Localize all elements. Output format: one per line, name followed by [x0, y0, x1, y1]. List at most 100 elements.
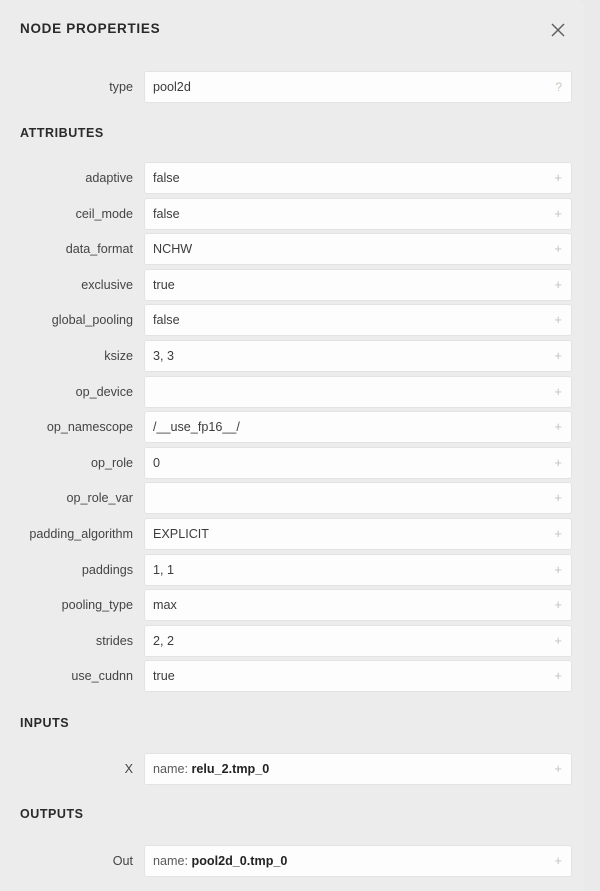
attribute-ceil_mode-label: ceil_mode: [75, 207, 133, 221]
attribute-op_device-label: op_device: [75, 385, 133, 399]
attribute-op_role_var-value: [153, 483, 543, 513]
attribute-data_format-label: data_format: [65, 242, 133, 256]
output-Out-name-prefix: name:: [153, 854, 192, 868]
attribute-global_pooling-label: global_pooling: [51, 313, 133, 327]
input-X-row: Xname: relu_2.tmp_0 +: [0, 754, 584, 784]
attribute-pooling_type-expand-icon[interactable]: +: [554, 590, 562, 620]
attribute-ksize-label: ksize: [104, 349, 133, 363]
attribute-op_device-expand-icon[interactable]: +: [554, 377, 562, 407]
attribute-exclusive-label: exclusive: [81, 278, 133, 292]
close-icon[interactable]: [546, 18, 570, 42]
attribute-op_role_var-row: op_role_var +: [0, 483, 584, 513]
attribute-op_role_var-field[interactable]: +: [145, 483, 571, 513]
attribute-global_pooling-field[interactable]: false +: [145, 305, 571, 335]
attribute-ceil_mode-value: false: [153, 207, 180, 221]
attribute-op_namescope-row: op_namescope /__use_fp16__/ +: [0, 412, 584, 442]
output-Out-name-value: pool2d_0.tmp_0: [191, 854, 288, 868]
attribute-data_format-field[interactable]: NCHW +: [145, 234, 571, 264]
panel-header: NODE PROPERTIES: [0, 0, 584, 58]
attribute-strides-row: strides 2, 2 +: [0, 626, 584, 656]
output-Out-row: Out name: pool2d_0.tmp_0 +: [0, 846, 584, 876]
attribute-data_format-value: NCHW: [153, 242, 193, 256]
attribute-exclusive-row: exclusive true +: [0, 270, 584, 300]
attribute-adaptive-label: adaptive: [85, 171, 133, 185]
attribute-use_cudnn-label: use_cudnn: [71, 669, 133, 683]
attribute-strides-value: 2, 2: [153, 634, 175, 648]
attribute-padding_algorithm-label: padding_algorithm: [29, 527, 133, 541]
section-header-outputs: OUTPUTS: [20, 807, 84, 821]
attribute-adaptive-row: adaptive false +: [0, 163, 584, 193]
node-properties-panel: NODE PROPERTIES type pool2d? ATTRIBUTES ada…: [0, 0, 584, 891]
attribute-op_namescope-expand-icon[interactable]: +: [554, 412, 562, 442]
output-Out-expand-icon[interactable]: +: [554, 846, 562, 876]
attribute-global_pooling-expand-icon[interactable]: +: [554, 305, 562, 335]
output-Out-field[interactable]: name: pool2d_0.tmp_0 +: [145, 846, 571, 876]
type-row: type pool2d?: [0, 72, 584, 102]
attribute-adaptive-expand-icon[interactable]: +: [554, 163, 562, 193]
attribute-op_device-field[interactable]: +: [145, 377, 571, 407]
attribute-pooling_type-row: pooling_type max +: [0, 590, 584, 620]
attribute-pooling_type-value: max: [153, 598, 177, 612]
attribute-ksize-value: 3, 3: [153, 349, 175, 363]
attribute-use_cudnn-field[interactable]: true +: [145, 661, 571, 691]
attribute-op_namescope-label: op_namescope: [46, 420, 133, 434]
attribute-op_device-value: [153, 377, 543, 407]
type-field[interactable]: pool2d?: [145, 72, 571, 102]
attribute-adaptive-value: false: [153, 171, 180, 185]
attribute-paddings-label: paddings: [81, 563, 133, 577]
attribute-global_pooling-row: global_pooling false +: [0, 305, 584, 335]
attribute-strides-label: strides: [95, 634, 133, 648]
attribute-exclusive-value: true: [153, 278, 175, 292]
attribute-ksize-expand-icon[interactable]: +: [554, 341, 562, 371]
attribute-op_role_var-expand-icon[interactable]: +: [554, 483, 562, 513]
attribute-use_cudnn-row: use_cudnn true +: [0, 661, 584, 691]
attribute-op_role_var-label: op_role_var: [66, 491, 133, 505]
attribute-op_namescope-field[interactable]: /__use_fp16__/ +: [145, 412, 571, 442]
attribute-ceil_mode-expand-icon[interactable]: +: [554, 199, 562, 229]
output-Out-label: Out: [112, 854, 133, 868]
type-label: type: [109, 80, 133, 94]
attribute-paddings-row: paddings 1, 1 +: [0, 555, 584, 585]
attribute-paddings-field[interactable]: 1, 1 +: [145, 555, 571, 585]
page-title: NODE PROPERTIES: [20, 21, 161, 36]
input-X-field[interactable]: name: relu_2.tmp_0 +: [145, 754, 571, 784]
type-value: pool2d: [153, 80, 191, 94]
attribute-exclusive-expand-icon[interactable]: +: [554, 270, 562, 300]
attribute-padding_algorithm-expand-icon[interactable]: +: [554, 519, 562, 549]
input-X-expand-icon[interactable]: +: [554, 754, 562, 784]
attribute-op_role-field[interactable]: 0 +: [145, 448, 571, 478]
attribute-use_cudnn-expand-icon[interactable]: +: [554, 661, 562, 691]
attribute-use_cudnn-value: true: [153, 669, 175, 683]
attribute-global_pooling-value: false: [153, 313, 180, 327]
attribute-op_device-row: op_device +: [0, 377, 584, 407]
section-header-inputs: INPUTS: [20, 716, 70, 730]
attribute-padding_algorithm-value: EXPLICIT: [153, 527, 209, 541]
attribute-strides-expand-icon[interactable]: +: [554, 626, 562, 656]
attribute-ksize-row: ksize 3, 3 +: [0, 341, 584, 371]
attribute-data_format-row: data_format NCHW +: [0, 234, 584, 264]
attribute-adaptive-field[interactable]: false +: [145, 163, 571, 193]
attribute-data_format-expand-icon[interactable]: +: [554, 234, 562, 264]
attribute-op_role-expand-icon[interactable]: +: [554, 448, 562, 478]
attribute-ksize-field[interactable]: 3, 3 +: [145, 341, 571, 371]
attribute-paddings-value: 1, 1: [153, 563, 175, 577]
type-help-icon[interactable]: ?: [555, 72, 562, 102]
attribute-pooling_type-label: pooling_type: [61, 598, 133, 612]
attribute-pooling_type-field[interactable]: max +: [145, 590, 571, 620]
input-X-name-value: relu_2.tmp_0: [191, 762, 270, 776]
attribute-paddings-expand-icon[interactable]: +: [554, 555, 562, 585]
attribute-padding_algorithm-field[interactable]: EXPLICIT +: [145, 519, 571, 549]
input-X-value: name: relu_2.tmp_0: [153, 754, 543, 784]
attribute-strides-field[interactable]: 2, 2 +: [145, 626, 571, 656]
section-header-attributes: ATTRIBUTES: [20, 126, 104, 140]
attribute-op_role-label: op_role: [90, 456, 133, 470]
input-X-name-prefix: name:: [153, 762, 192, 776]
attribute-op_namescope-value: /__use_fp16__/: [153, 420, 240, 434]
attribute-op_role-value: 0: [153, 456, 161, 470]
attribute-op_role-row: op_role 0 +: [0, 448, 584, 478]
attribute-ceil_mode-field[interactable]: false +: [145, 199, 571, 229]
attribute-padding_algorithm-row: padding_algorithm EXPLICIT +: [0, 519, 584, 549]
attribute-ceil_mode-row: ceil_mode false +: [0, 199, 584, 229]
attribute-exclusive-field[interactable]: true +: [145, 270, 571, 300]
output-Out-value: name: pool2d_0.tmp_0: [153, 846, 543, 876]
